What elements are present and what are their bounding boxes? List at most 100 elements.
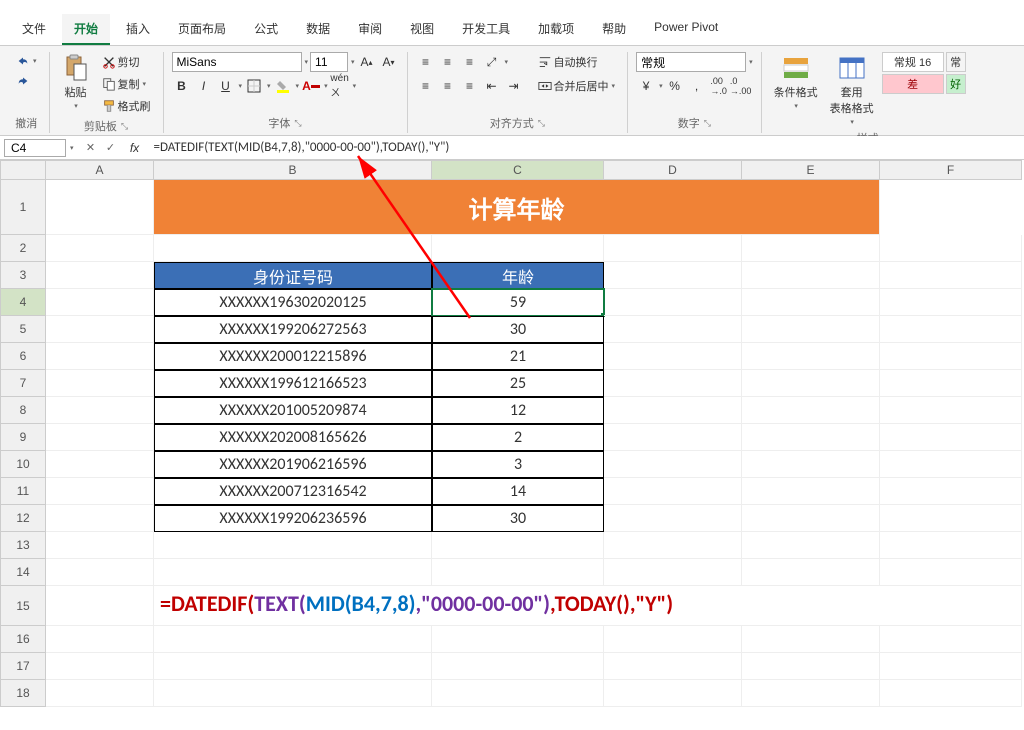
table-cell[interactable]: 30 — [432, 505, 604, 532]
align-bottom-button[interactable]: ≡ — [460, 52, 480, 72]
align-top-button[interactable]: ≡ — [416, 52, 436, 72]
font-color-button[interactable]: A — [301, 76, 321, 96]
tab-home[interactable]: 开始 — [62, 14, 110, 45]
row-header-8[interactable]: 8 — [0, 397, 46, 424]
fx-icon[interactable]: fx — [126, 139, 144, 157]
row-header-9[interactable]: 9 — [0, 424, 46, 451]
row-header-11[interactable]: 11 — [0, 478, 46, 505]
table-cell[interactable]: 2 — [432, 424, 604, 451]
percent-button[interactable]: % — [665, 76, 685, 96]
title-cell[interactable]: 计算年龄 — [154, 180, 880, 235]
col-header-f[interactable]: F — [880, 160, 1022, 180]
cancel-formula-icon[interactable]: ✕ — [82, 139, 100, 157]
tab-view[interactable]: 视图 — [398, 14, 446, 45]
tab-data[interactable]: 数据 — [294, 14, 342, 45]
conditional-format-button[interactable]: 条件格式▾ — [770, 52, 822, 112]
increase-decimal-button[interactable]: .00→.0 — [709, 76, 729, 96]
table-cell[interactable]: 14 — [432, 478, 604, 505]
row-header-5[interactable]: 5 — [0, 316, 46, 343]
wrap-text-button[interactable]: 自动换行 — [534, 52, 620, 72]
row-header-6[interactable]: 6 — [0, 343, 46, 370]
decrease-decimal-button[interactable]: .0→.00 — [731, 76, 751, 96]
align-middle-button[interactable]: ≡ — [438, 52, 458, 72]
tab-formula[interactable]: 公式 — [242, 14, 290, 45]
undo-button[interactable]: ▾ — [12, 52, 41, 70]
cell-style-normal[interactable]: 常规 16 — [882, 52, 944, 72]
table-cell[interactable]: 21 — [432, 343, 604, 370]
col-header-b[interactable]: B — [154, 160, 432, 180]
table-cell[interactable]: XXXXXX199206236596 — [154, 505, 432, 532]
italic-button[interactable]: I — [194, 76, 214, 96]
underline-button[interactable]: U — [216, 76, 236, 96]
table-cell[interactable]: XXXXXX201005209874 — [154, 397, 432, 424]
table-header-age[interactable]: 年龄 — [432, 262, 604, 289]
tab-help[interactable]: 帮助 — [590, 14, 638, 45]
table-format-button[interactable]: 套用 表格格式▾ — [826, 52, 878, 128]
border-button[interactable] — [244, 76, 264, 96]
indent-decrease-button[interactable]: ⇤ — [482, 76, 502, 96]
indent-increase-button[interactable]: ⇥ — [504, 76, 524, 96]
formula-input[interactable]: =DATEDIF(TEXT(MID(B4,7,8),"0000-00-00"),… — [148, 139, 1020, 156]
tab-dev[interactable]: 开发工具 — [450, 14, 522, 45]
col-header-d[interactable]: D — [604, 160, 742, 180]
cell-style-extra[interactable]: 常 — [946, 52, 966, 72]
row-header-15[interactable]: 15 — [0, 586, 46, 626]
enter-formula-icon[interactable]: ✓ — [102, 139, 120, 157]
number-format-select[interactable] — [636, 52, 746, 72]
row-header-13[interactable]: 13 — [0, 532, 46, 559]
row-header-14[interactable]: 14 — [0, 559, 46, 586]
tab-layout[interactable]: 页面布局 — [166, 14, 238, 45]
selected-cell[interactable]: 59 — [432, 289, 604, 316]
row-header-4[interactable]: 4 — [0, 289, 46, 316]
table-cell[interactable]: XXXXXX199612166523 — [154, 370, 432, 397]
col-header-c[interactable]: C — [432, 160, 604, 180]
redo-button[interactable] — [12, 72, 34, 90]
name-box[interactable] — [4, 139, 66, 157]
decrease-font-button[interactable]: A▾ — [379, 52, 399, 72]
cut-button[interactable]: 剪切 — [98, 52, 155, 72]
tab-addin[interactable]: 加载项 — [526, 14, 586, 45]
row-header-3[interactable]: 3 — [0, 262, 46, 289]
orientation-button[interactable]: ⤢ — [482, 52, 502, 72]
font-name-input[interactable] — [172, 52, 302, 72]
tab-insert[interactable]: 插入 — [114, 14, 162, 45]
row-header-7[interactable]: 7 — [0, 370, 46, 397]
row-header-2[interactable]: 2 — [0, 235, 46, 262]
bold-button[interactable]: B — [172, 76, 192, 96]
paste-button[interactable]: 粘贴▾ — [58, 52, 94, 112]
tab-powerpivot[interactable]: Power Pivot — [642, 14, 730, 45]
table-cell[interactable]: 12 — [432, 397, 604, 424]
select-all-corner[interactable] — [0, 160, 46, 180]
col-header-a[interactable]: A — [46, 160, 154, 180]
align-left-button[interactable]: ≡ — [416, 76, 436, 96]
cells-grid[interactable]: 计算年龄 身份证号码 年龄 XXXXXX196302020125 59 XXXX… — [46, 180, 1024, 707]
merge-center-button[interactable]: 合并后居中▾ — [534, 76, 620, 96]
row-header-17[interactable]: 17 — [0, 653, 46, 680]
table-cell[interactable]: XXXXXX202008165626 — [154, 424, 432, 451]
row-header-1[interactable]: 1 — [0, 180, 46, 235]
increase-font-button[interactable]: A▴ — [357, 52, 377, 72]
table-cell[interactable]: XXXXXX199206272563 — [154, 316, 432, 343]
table-header-id[interactable]: 身份证号码 — [154, 262, 432, 289]
table-cell[interactable]: 3 — [432, 451, 604, 478]
cell-style-good[interactable]: 好 — [946, 74, 966, 94]
row-header-12[interactable]: 12 — [0, 505, 46, 532]
tab-file[interactable]: 文件 — [10, 14, 58, 45]
font-size-input[interactable] — [310, 52, 348, 72]
table-cell[interactable]: XXXXXX200712316542 — [154, 478, 432, 505]
row-header-18[interactable]: 18 — [0, 680, 46, 707]
currency-button[interactable]: ¥ — [636, 76, 656, 96]
table-cell[interactable]: XXXXXX201906216596 — [154, 451, 432, 478]
copy-button[interactable]: 复制▾ — [98, 74, 155, 94]
align-right-button[interactable]: ≡ — [460, 76, 480, 96]
table-cell[interactable]: 30 — [432, 316, 604, 343]
phonetic-button[interactable]: wénㄨ — [330, 76, 350, 96]
format-painter-button[interactable]: 格式刷 — [98, 96, 155, 116]
tab-review[interactable]: 审阅 — [346, 14, 394, 45]
row-header-16[interactable]: 16 — [0, 626, 46, 653]
fill-color-button[interactable] — [273, 76, 293, 96]
row-header-10[interactable]: 10 — [0, 451, 46, 478]
cell-style-bad[interactable]: 差 — [882, 74, 944, 94]
comma-button[interactable]: , — [687, 76, 707, 96]
table-cell[interactable]: XXXXXX196302020125 — [154, 289, 432, 316]
